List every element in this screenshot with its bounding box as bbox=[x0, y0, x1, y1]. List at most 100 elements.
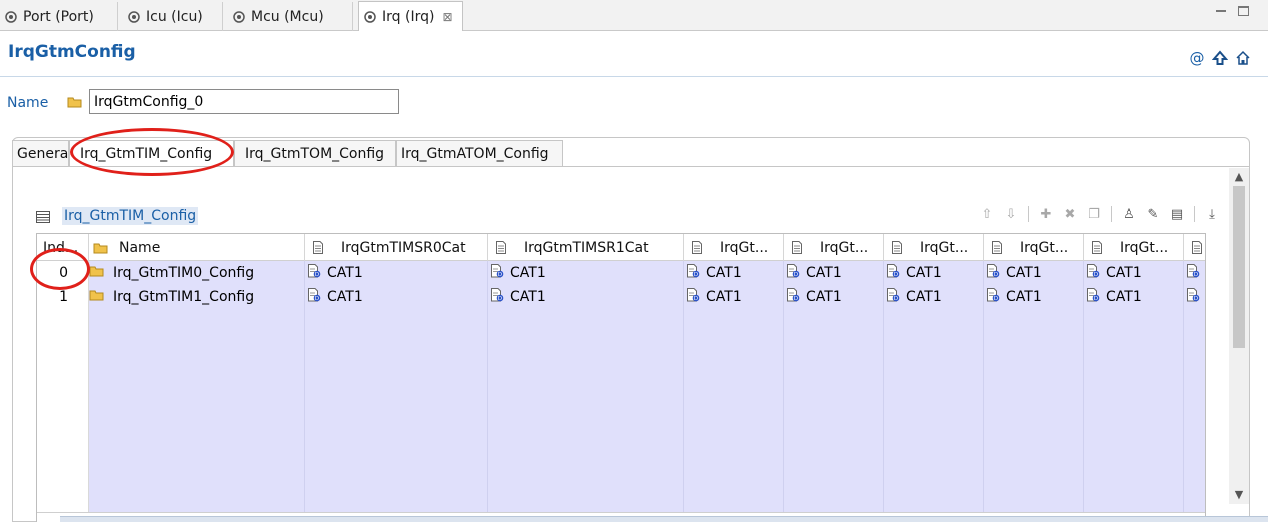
editor-tab-label: Irq (Irq) bbox=[382, 8, 435, 25]
table-row[interactable]: 1 Irq_GtmTIM1_Config D CAT1 D CAT1 D CAT1 D CAT1 D… bbox=[37, 285, 1205, 309]
table-row-empty bbox=[37, 405, 1205, 429]
svg-text:D: D bbox=[1194, 272, 1198, 278]
up-arrow-icon[interactable] bbox=[1211, 50, 1229, 66]
value-cell bbox=[884, 309, 984, 333]
vertical-scrollbar[interactable]: ▲ ▼ bbox=[1229, 168, 1249, 504]
value-cell bbox=[1184, 477, 1205, 501]
value-cell[interactable]: D CAT1 bbox=[684, 261, 784, 285]
editor-tab-mcu[interactable]: Mcu (Mcu) bbox=[228, 2, 353, 31]
column-header-timsr0cat[interactable]: IrqGtmTIMSR0Cat bbox=[305, 234, 488, 261]
status-strip bbox=[60, 516, 1268, 522]
value-cell bbox=[884, 429, 984, 453]
export-icon[interactable]: ⤓ bbox=[1203, 205, 1221, 223]
tab-general[interactable]: Genera bbox=[12, 140, 69, 167]
value-cell[interactable]: D CAT1 bbox=[784, 261, 884, 285]
header-separator bbox=[0, 76, 1268, 77]
value-cell[interactable]: D CAT1 bbox=[1084, 285, 1184, 309]
value-cell bbox=[488, 477, 684, 501]
value-cell bbox=[684, 309, 784, 333]
value-cell bbox=[1184, 333, 1205, 357]
name-field[interactable] bbox=[89, 89, 399, 114]
section-title: Irq_GtmTIM_Config bbox=[62, 207, 199, 225]
value-cell bbox=[784, 405, 884, 429]
close-icon[interactable]: ⊠ bbox=[442, 10, 452, 24]
column-header-col5[interactable]: IrqGt... bbox=[684, 234, 784, 261]
edit-icon[interactable]: ✎ bbox=[1144, 205, 1162, 223]
table-toolbar: ⇧ ⇩ ✚ ✖ ❐ ♙ ✎ ▤ ⤓ bbox=[978, 204, 1221, 224]
minimize-icon[interactable] bbox=[1216, 10, 1226, 13]
column-header-name[interactable]: Name bbox=[89, 234, 305, 261]
name-cell bbox=[89, 429, 305, 453]
value-cell[interactable]: D CAT1 bbox=[488, 285, 684, 309]
document-icon bbox=[313, 241, 323, 254]
editor-tab-port[interactable]: Port (Port) bbox=[0, 2, 118, 31]
column-header-index[interactable]: Ind... bbox=[37, 234, 89, 261]
move-up-icon[interactable]: ⇧ bbox=[978, 205, 996, 223]
value-cell[interactable]: D CAT1 bbox=[488, 261, 684, 285]
at-sign-icon[interactable]: @ bbox=[1189, 50, 1205, 66]
value-cell[interactable]: D CAT1 bbox=[305, 285, 488, 309]
column-header-col10[interactable] bbox=[1184, 234, 1205, 261]
column-header-label: IrqGtmTIMSR1Cat bbox=[524, 239, 649, 256]
editor-tab-icu[interactable]: Icu (Icu) bbox=[123, 2, 223, 31]
row-index-cell bbox=[37, 405, 89, 429]
svg-text:D: D bbox=[994, 272, 998, 278]
row-index-cell: 1 bbox=[37, 285, 89, 309]
move-down-icon[interactable]: ⇩ bbox=[1002, 205, 1020, 223]
column-header-col9[interactable]: IrqGt... bbox=[1084, 234, 1184, 261]
enum-value-icon: D bbox=[787, 288, 800, 306]
editor-tab-irq[interactable]: Irq (Irq) ⊠ bbox=[358, 1, 463, 31]
value-cell bbox=[884, 357, 984, 381]
cell-text: CAT1 bbox=[510, 289, 546, 305]
value-cell[interactable]: D CAT1 bbox=[1084, 261, 1184, 285]
value-cell[interactable]: D CAT1 bbox=[884, 261, 984, 285]
enum-value-icon: D bbox=[987, 288, 1000, 306]
name-cell[interactable]: Irq_GtmTIM1_Config bbox=[89, 285, 305, 309]
value-cell[interactable]: D CAT1 bbox=[984, 261, 1084, 285]
value-cell[interactable]: D CAT1 bbox=[784, 285, 884, 309]
column-header-col6[interactable]: IrqGt... bbox=[784, 234, 884, 261]
value-cell bbox=[784, 381, 884, 405]
svg-text:D: D bbox=[1094, 296, 1098, 302]
enum-value-icon: D bbox=[1087, 264, 1100, 282]
name-cell bbox=[89, 477, 305, 501]
cell-text: CAT1 bbox=[1006, 289, 1042, 305]
value-cell bbox=[1084, 477, 1184, 501]
name-cell[interactable]: Irq_GtmTIM0_Config bbox=[89, 261, 305, 285]
value-cell bbox=[784, 429, 884, 453]
value-cell[interactable]: D CAT1 bbox=[884, 285, 984, 309]
column-header-col8[interactable]: IrqGt... bbox=[984, 234, 1084, 261]
value-cell[interactable]: D CAT1 bbox=[684, 285, 784, 309]
home-icon[interactable] bbox=[1235, 50, 1251, 66]
value-cell bbox=[684, 357, 784, 381]
column-header-col7[interactable]: IrqGt... bbox=[884, 234, 984, 261]
properties-icon[interactable]: ▤ bbox=[1168, 205, 1186, 223]
table-row-empty bbox=[37, 381, 1205, 405]
value-cell[interactable]: D CAT1 bbox=[305, 261, 488, 285]
cell-text: CAT1 bbox=[327, 265, 363, 281]
add-icon[interactable]: ✚ bbox=[1037, 205, 1055, 223]
value-cell[interactable]: D bbox=[1184, 285, 1205, 309]
user-icon[interactable]: ♙ bbox=[1120, 205, 1138, 223]
scroll-up-icon[interactable]: ▲ bbox=[1229, 168, 1249, 186]
value-cell bbox=[305, 477, 488, 501]
value-cell[interactable]: D bbox=[1184, 261, 1205, 285]
value-cell bbox=[984, 453, 1084, 477]
column-header-timsr1cat[interactable]: IrqGtmTIMSR1Cat bbox=[488, 234, 684, 261]
folder-icon bbox=[93, 243, 108, 253]
scroll-down-icon[interactable]: ▼ bbox=[1229, 486, 1249, 504]
value-cell[interactable]: D CAT1 bbox=[984, 285, 1084, 309]
table-row[interactable]: 0 Irq_GtmTIM0_Config D CAT1 D CAT1 D CAT1 D CAT1 D… bbox=[37, 261, 1205, 285]
value-cell bbox=[305, 429, 488, 453]
document-icon bbox=[1192, 241, 1202, 254]
value-cell bbox=[784, 477, 884, 501]
tab-irq-gtmtim-config[interactable]: Irq_GtmTIM_Config bbox=[69, 140, 234, 167]
delete-icon[interactable]: ✖ bbox=[1061, 205, 1079, 223]
table-row-empty bbox=[37, 429, 1205, 453]
scrollbar-thumb[interactable] bbox=[1233, 186, 1245, 348]
tab-irq-gtmatom-config[interactable]: Irq_GtmATOM_Config bbox=[396, 140, 563, 167]
copy-icon[interactable]: ❐ bbox=[1085, 205, 1103, 223]
maximize-icon[interactable] bbox=[1238, 6, 1249, 16]
tab-irq-gtmtom-config[interactable]: Irq_GtmTOM_Config bbox=[234, 140, 396, 167]
document-icon bbox=[496, 241, 506, 254]
